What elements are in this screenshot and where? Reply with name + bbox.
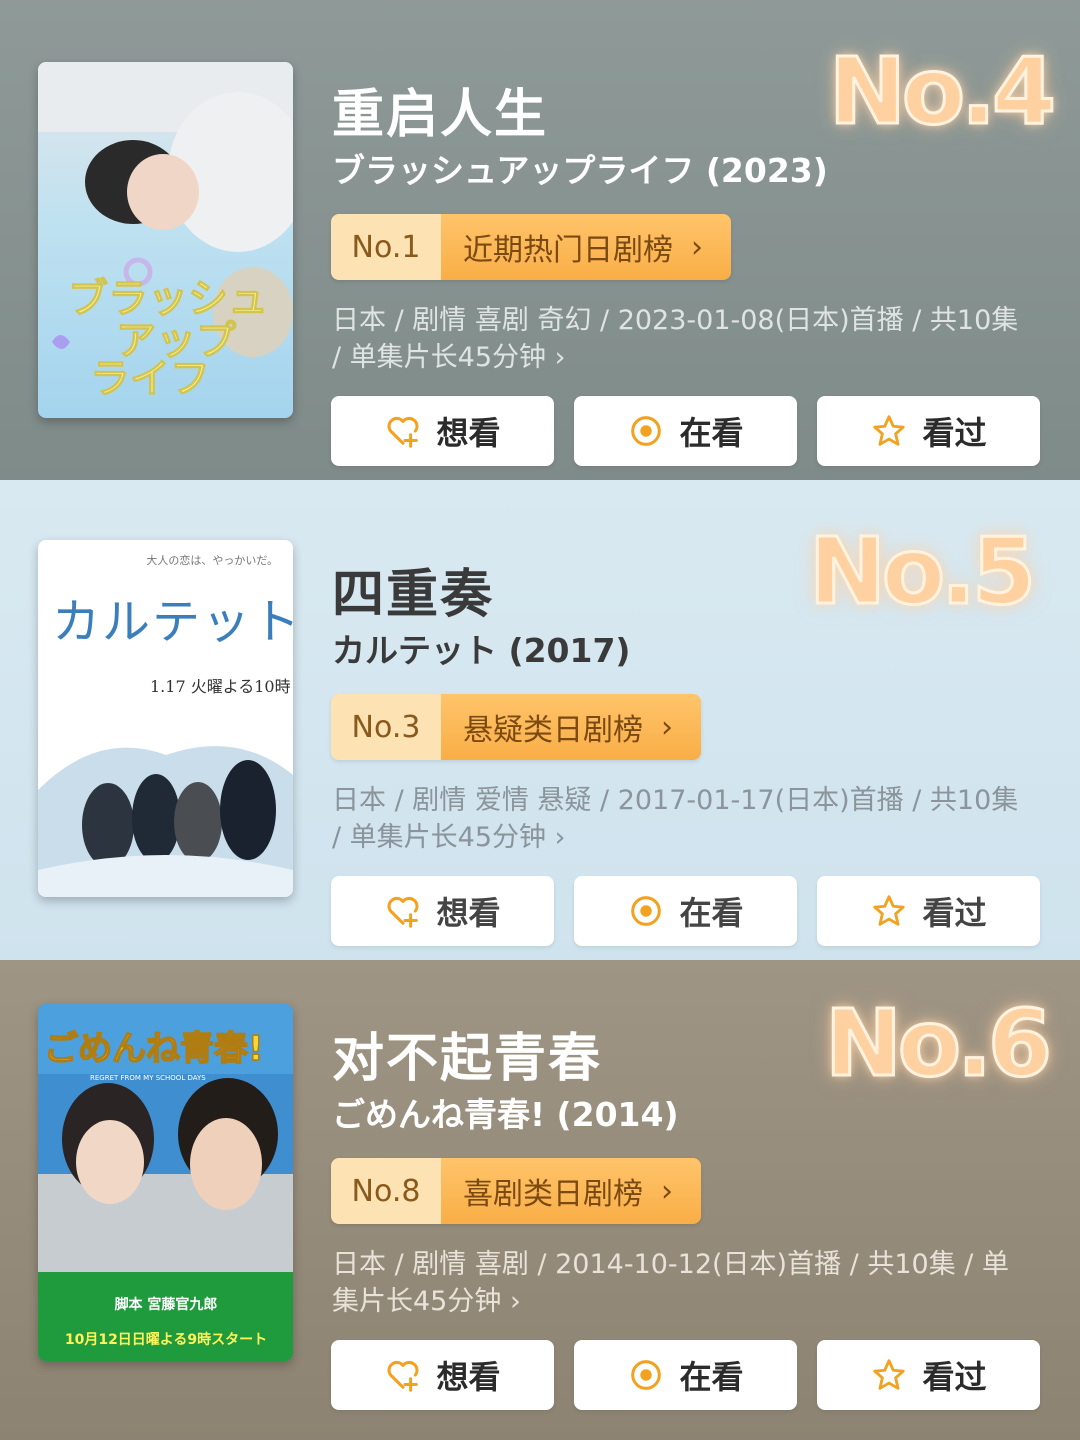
rank-number: No.6	[823, 989, 1053, 1099]
action-bar: 想看 在看 看过	[331, 396, 1040, 466]
drama-original-title: カルテット (2017)	[332, 631, 631, 670]
chart-ranking-tag[interactable]: No.1 近期热门日剧榜 ›	[331, 214, 731, 280]
watched-button[interactable]: 看过	[817, 1340, 1040, 1410]
watching-button[interactable]: 在看	[574, 876, 797, 946]
chart-rank-no: No.8	[331, 1158, 441, 1224]
target-circle-icon	[631, 1360, 662, 1390]
want-label: 想看	[436, 894, 501, 932]
want-to-watch-button[interactable]: 想看	[331, 1340, 554, 1410]
action-bar: 想看 在看 看过	[331, 1340, 1040, 1410]
watching-button[interactable]: 在看	[574, 396, 797, 466]
watching-label: 在看	[679, 1358, 744, 1396]
star-icon	[873, 895, 906, 926]
watched-button[interactable]: 看过	[817, 876, 1040, 946]
drama-card-2[interactable]: 大人の恋は、やっかいだ。 カルテット 1.17 火曜よる10時 No.5 四重奏…	[0, 480, 1080, 960]
star-icon	[873, 1359, 906, 1390]
chart-rank-no: No.1	[331, 214, 441, 280]
drama-meta-info[interactable]: 日本 / 剧情 喜剧 / 2014-10-12(日本)首播 / 共10集 / 单…	[332, 1246, 1032, 1320]
poster-subtitle: REGRET FROM MY SCHOOL DAYS	[90, 1074, 206, 1082]
target-circle-icon	[631, 416, 662, 446]
watched-button[interactable]: 看过	[817, 396, 1040, 466]
drama-original-title: ごめんね青春! (2014)	[332, 1095, 679, 1134]
poster-title: カルテット	[52, 594, 293, 650]
want-to-watch-button[interactable]: 想看	[331, 876, 554, 946]
chart-name: 近期热门日剧榜	[463, 233, 673, 268]
chevron-right-icon: ›	[661, 1173, 673, 1209]
want-to-watch-button[interactable]: 想看	[331, 396, 554, 466]
drama-meta-info[interactable]: 日本 / 剧情 爱情 悬疑 / 2017-01-17(日本)首播 / 共10集 …	[332, 782, 1032, 856]
chevron-right-icon: ›	[691, 229, 703, 265]
poster-date: 10月12日日曜よる9時スタート	[65, 1331, 267, 1348]
svg-text:ライフ: ライフ	[90, 356, 210, 402]
action-bar: 想看 在看 看过	[331, 876, 1040, 946]
drama-title[interactable]: 重启人生	[332, 72, 548, 147]
want-label: 想看	[436, 414, 501, 452]
drama-original-title: ブラッシュアップライフ (2023)	[332, 151, 828, 190]
poster-date: 1.17 火曜よる10時	[150, 677, 291, 696]
watched-label: 看过	[922, 414, 987, 452]
rank-number: No.4	[827, 37, 1057, 147]
watching-label: 在看	[679, 414, 744, 452]
drama-title[interactable]: 对不起青春	[332, 1016, 602, 1091]
star-icon	[873, 415, 906, 446]
drama-card-3[interactable]: ごめんね青春! REGRET FROM MY SCHOOL DAYS 脚本 宮藤…	[0, 960, 1080, 1440]
chart-name: 悬疑类日剧榜	[463, 713, 643, 748]
drama-card-1[interactable]: ブラッシュ アップ ライフ No.4 重启人生 ブラッシュアップライフ (202…	[0, 0, 1080, 480]
svg-text:ブラッシュ: ブラッシュ	[68, 276, 268, 322]
chart-name: 喜剧类日剧榜	[463, 1177, 643, 1212]
drama-title[interactable]: 四重奏	[332, 552, 494, 627]
poster-image[interactable]: 大人の恋は、やっかいだ。 カルテット 1.17 火曜よる10時	[38, 540, 293, 897]
poster-writer: 脚本 宮藤官九郎	[115, 1296, 218, 1313]
chart-rank-no: No.3	[331, 694, 441, 760]
drama-meta-info[interactable]: 日本 / 剧情 喜剧 奇幻 / 2023-01-08(日本)首播 / 共10集 …	[332, 302, 1032, 376]
heart-plus-icon	[388, 896, 419, 928]
want-label: 想看	[436, 1358, 501, 1396]
poster-image[interactable]: ごめんね青春! REGRET FROM MY SCHOOL DAYS 脚本 宮藤…	[38, 1004, 293, 1361]
heart-plus-icon	[388, 1360, 419, 1392]
poster-title: ごめんね青春!	[44, 1029, 264, 1069]
watching-label: 在看	[679, 894, 744, 932]
chart-ranking-tag[interactable]: No.3 悬疑类日剧榜 ›	[331, 694, 701, 760]
chevron-right-icon: ›	[661, 709, 673, 745]
poster-image[interactable]: ブラッシュ アップ ライフ	[38, 62, 293, 418]
watched-label: 看过	[922, 894, 987, 932]
heart-plus-icon	[388, 416, 419, 448]
watched-label: 看过	[922, 1358, 987, 1396]
target-circle-icon	[631, 896, 662, 926]
chart-ranking-tag[interactable]: No.8 喜剧类日剧榜 ›	[331, 1158, 701, 1224]
poster-caption: 大人の恋は、やっかいだ。	[146, 553, 278, 567]
rank-number: No.5	[807, 517, 1037, 627]
watching-button[interactable]: 在看	[574, 1340, 797, 1410]
